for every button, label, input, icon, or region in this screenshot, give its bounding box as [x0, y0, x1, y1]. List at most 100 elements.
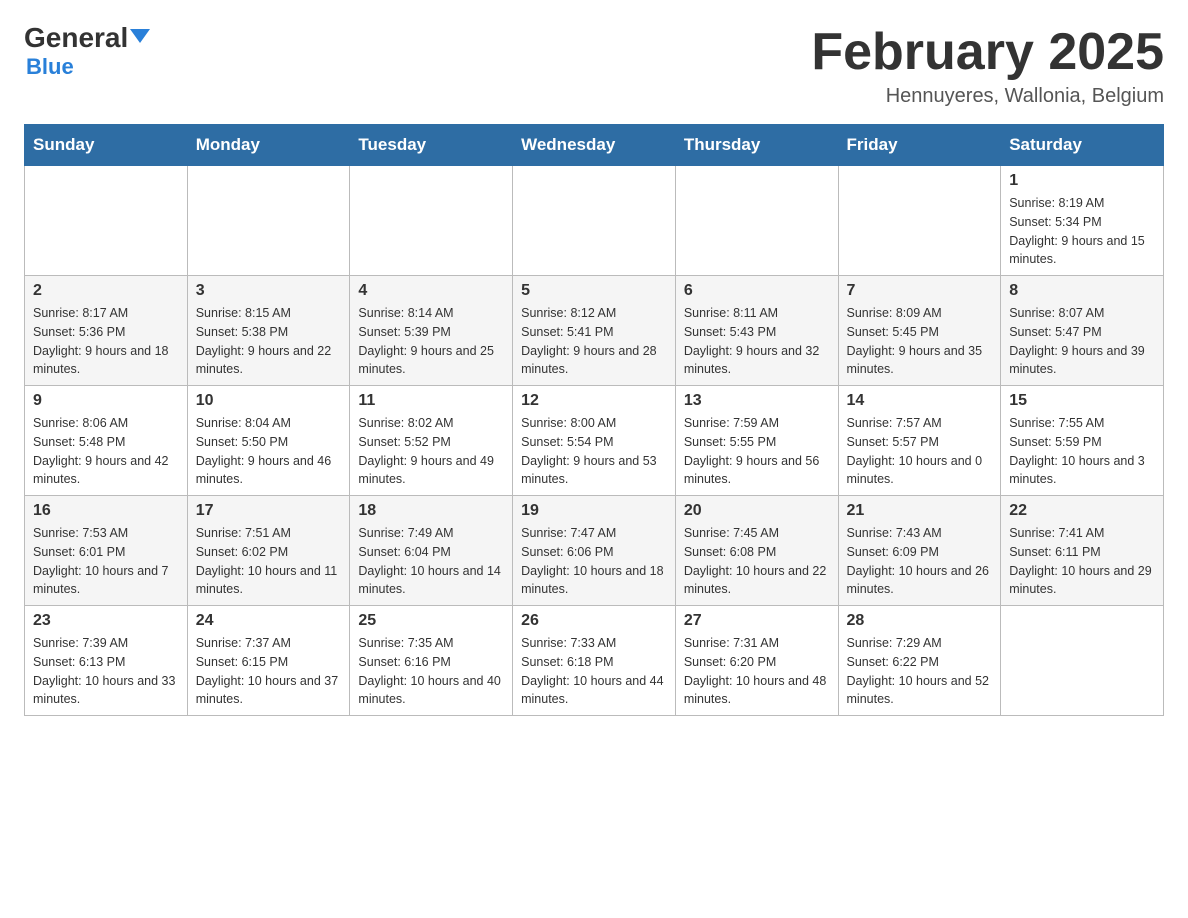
day-number: 16	[33, 502, 179, 520]
calendar-day: 25Sunrise: 7:35 AMSunset: 6:16 PMDayligh…	[350, 606, 513, 716]
day-number: 27	[684, 612, 830, 630]
calendar-day	[838, 166, 1001, 276]
calendar-day: 13Sunrise: 7:59 AMSunset: 5:55 PMDayligh…	[675, 386, 838, 496]
calendar-day: 28Sunrise: 7:29 AMSunset: 6:22 PMDayligh…	[838, 606, 1001, 716]
calendar-day: 3Sunrise: 8:15 AMSunset: 5:38 PMDaylight…	[187, 276, 350, 386]
day-info-text: Sunrise: 8:12 AM	[521, 304, 667, 323]
day-info-text: Sunrise: 8:15 AM	[196, 304, 342, 323]
day-number: 22	[1009, 502, 1155, 520]
logo-triangle-icon	[130, 29, 150, 43]
day-info-text: Daylight: 9 hours and 56 minutes.	[684, 452, 830, 490]
day-info-text: Daylight: 9 hours and 42 minutes.	[33, 452, 179, 490]
col-tuesday: Tuesday	[350, 125, 513, 166]
day-info-text: Daylight: 10 hours and 3 minutes.	[1009, 452, 1155, 490]
day-info-text: Sunset: 5:39 PM	[358, 323, 504, 342]
day-number: 12	[521, 392, 667, 410]
day-info-text: Sunset: 5:41 PM	[521, 323, 667, 342]
day-info-text: Sunrise: 7:55 AM	[1009, 414, 1155, 433]
calendar-day: 4Sunrise: 8:14 AMSunset: 5:39 PMDaylight…	[350, 276, 513, 386]
day-info-text: Sunrise: 8:00 AM	[521, 414, 667, 433]
calendar-day: 2Sunrise: 8:17 AMSunset: 5:36 PMDaylight…	[25, 276, 188, 386]
day-info-text: Sunrise: 7:43 AM	[847, 524, 993, 543]
calendar-day: 6Sunrise: 8:11 AMSunset: 5:43 PMDaylight…	[675, 276, 838, 386]
day-info-text: Daylight: 9 hours and 49 minutes.	[358, 452, 504, 490]
day-info-text: Daylight: 9 hours and 32 minutes.	[684, 342, 830, 380]
calendar-day: 16Sunrise: 7:53 AMSunset: 6:01 PMDayligh…	[25, 496, 188, 606]
day-info-text: Daylight: 9 hours and 15 minutes.	[1009, 232, 1155, 270]
day-info-text: Daylight: 9 hours and 39 minutes.	[1009, 342, 1155, 380]
calendar-day: 12 Sunrise: 8:00 AMSunset: 5:54 PMDayligh…	[513, 386, 676, 496]
calendar-week-row-3: 9Sunrise: 8:06 AMSunset: 5:48 PMDaylight…	[25, 386, 1164, 496]
logo-sub-text: Blue	[26, 54, 74, 80]
calendar-week-row-2: 2Sunrise: 8:17 AMSunset: 5:36 PMDaylight…	[25, 276, 1164, 386]
day-info-text: Sunset: 5:54 PM	[521, 433, 667, 452]
day-number: 14	[847, 392, 993, 410]
day-info-text: Sunrise: 7:57 AM	[847, 414, 993, 433]
day-info-text: Sunrise: 7:47 AM	[521, 524, 667, 543]
calendar-day: 7Sunrise: 8:09 AMSunset: 5:45 PMDaylight…	[838, 276, 1001, 386]
day-info-text: Sunrise: 8:11 AM	[684, 304, 830, 323]
col-monday: Monday	[187, 125, 350, 166]
day-info-text: Daylight: 10 hours and 14 minutes.	[358, 562, 504, 600]
day-number: 7	[847, 282, 993, 300]
day-info-text: Daylight: 10 hours and 0 minutes.	[847, 452, 993, 490]
day-number: 17	[196, 502, 342, 520]
day-info-text: Daylight: 10 hours and 18 minutes.	[521, 562, 667, 600]
day-info-text: Daylight: 9 hours and 28 minutes.	[521, 342, 667, 380]
day-info-text: Sunrise: 7:51 AM	[196, 524, 342, 543]
day-number: 18	[358, 502, 504, 520]
day-info-text: Sunrise: 7:29 AM	[847, 634, 993, 653]
day-info-text: Daylight: 10 hours and 11 minutes.	[196, 562, 342, 600]
day-info-text: Sunrise: 7:35 AM	[358, 634, 504, 653]
calendar-day: 18Sunrise: 7:49 AMSunset: 6:04 PMDayligh…	[350, 496, 513, 606]
day-info-text: Daylight: 10 hours and 7 minutes.	[33, 562, 179, 600]
calendar-day: 15Sunrise: 7:55 AMSunset: 5:59 PMDayligh…	[1001, 386, 1164, 496]
calendar-day: 22Sunrise: 7:41 AMSunset: 6:11 PMDayligh…	[1001, 496, 1164, 606]
calendar-day	[675, 166, 838, 276]
day-info-text: Sunrise: 8:17 AM	[33, 304, 179, 323]
calendar-day: 21Sunrise: 7:43 AMSunset: 6:09 PMDayligh…	[838, 496, 1001, 606]
day-info-text: Daylight: 10 hours and 26 minutes.	[847, 562, 993, 600]
day-info-text: Sunset: 5:50 PM	[196, 433, 342, 452]
day-info-text: Sunset: 5:38 PM	[196, 323, 342, 342]
day-info-text: Sunrise: 8:06 AM	[33, 414, 179, 433]
day-info-text: Sunrise: 7:49 AM	[358, 524, 504, 543]
col-wednesday: Wednesday	[513, 125, 676, 166]
day-info-text: Sunrise: 7:39 AM	[33, 634, 179, 653]
calendar-header-row: Sunday Monday Tuesday Wednesday Thursday…	[25, 125, 1164, 166]
day-info-text: Daylight: 9 hours and 46 minutes.	[196, 452, 342, 490]
day-info-text: Sunrise: 7:41 AM	[1009, 524, 1155, 543]
day-number: 28	[847, 612, 993, 630]
day-info-text: Sunset: 6:13 PM	[33, 653, 179, 672]
calendar-day: 11Sunrise: 8:02 AMSunset: 5:52 PMDayligh…	[350, 386, 513, 496]
calendar-day: 27Sunrise: 7:31 AMSunset: 6:20 PMDayligh…	[675, 606, 838, 716]
day-number: 8	[1009, 282, 1155, 300]
day-number: 3	[196, 282, 342, 300]
calendar-week-row-1: 1Sunrise: 8:19 AMSunset: 5:34 PMDaylight…	[25, 166, 1164, 276]
day-info-text: Daylight: 10 hours and 44 minutes.	[521, 672, 667, 710]
day-info-text: Sunset: 6:01 PM	[33, 543, 179, 562]
calendar-day: 24Sunrise: 7:37 AMSunset: 6:15 PMDayligh…	[187, 606, 350, 716]
day-info-text: Sunset: 5:57 PM	[847, 433, 993, 452]
day-info-text: Sunset: 5:55 PM	[684, 433, 830, 452]
day-info-text: Sunset: 5:52 PM	[358, 433, 504, 452]
day-number: 20	[684, 502, 830, 520]
logo: General Blue	[24, 24, 150, 80]
day-info-text: Daylight: 10 hours and 22 minutes.	[684, 562, 830, 600]
calendar-day: 10Sunrise: 8:04 AMSunset: 5:50 PMDayligh…	[187, 386, 350, 496]
day-info-text: Daylight: 9 hours and 53 minutes.	[521, 452, 667, 490]
page-header: General Blue February 2025 Hennuyeres, W…	[24, 24, 1164, 108]
calendar-day: 9Sunrise: 8:06 AMSunset: 5:48 PMDaylight…	[25, 386, 188, 496]
day-info-text: Sunrise: 7:37 AM	[196, 634, 342, 653]
location-subtitle: Hennuyeres, Wallonia, Belgium	[811, 85, 1164, 108]
day-info-text: Sunrise: 8:14 AM	[358, 304, 504, 323]
day-number: 9	[33, 392, 179, 410]
title-block: February 2025 Hennuyeres, Wallonia, Belg…	[811, 24, 1164, 108]
calendar-day: 17Sunrise: 7:51 AMSunset: 6:02 PMDayligh…	[187, 496, 350, 606]
calendar-week-row-5: 23Sunrise: 7:39 AMSunset: 6:13 PMDayligh…	[25, 606, 1164, 716]
calendar-day	[25, 166, 188, 276]
calendar-day: 1Sunrise: 8:19 AMSunset: 5:34 PMDaylight…	[1001, 166, 1164, 276]
day-number: 25	[358, 612, 504, 630]
day-info-text: Daylight: 10 hours and 33 minutes.	[33, 672, 179, 710]
calendar-day: 20Sunrise: 7:45 AMSunset: 6:08 PMDayligh…	[675, 496, 838, 606]
